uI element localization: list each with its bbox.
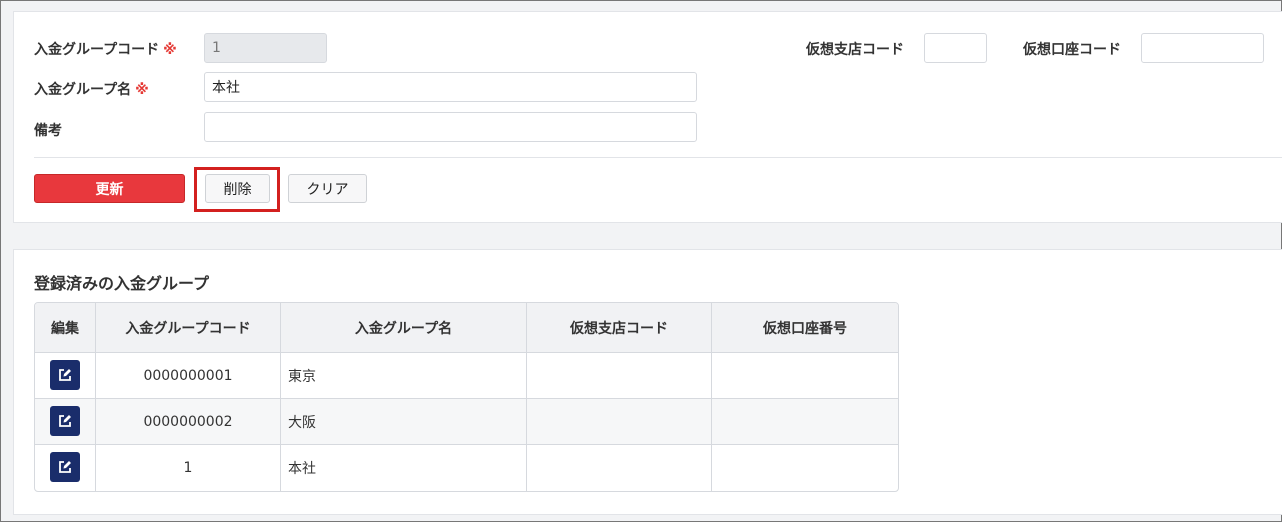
cell-account [712, 445, 898, 491]
edit-icon [59, 461, 71, 473]
cell-code: 1 [96, 445, 281, 491]
group-code-label-text: 入金グループコード [34, 42, 160, 58]
cell-code: 0000000002 [96, 399, 281, 445]
header-edit: 編集 [35, 303, 96, 353]
group-name-input[interactable] [204, 72, 697, 102]
virtual-account-input[interactable] [1141, 33, 1264, 63]
virtual-branch-label: 仮想支店コード [806, 42, 904, 58]
required-mark: ※ [135, 82, 149, 98]
group-code-input[interactable] [204, 33, 327, 63]
remarks-input[interactable] [204, 112, 697, 142]
virtual-branch-input[interactable] [924, 33, 987, 63]
header-branch: 仮想支店コード [527, 303, 712, 353]
table-row: 0000000001 東京 [35, 353, 898, 399]
edit-cell [35, 353, 96, 399]
table-row: 0000000002 大阪 [35, 399, 898, 445]
group-table: 編集 入金グループコード 入金グループ名 仮想支店コード 仮想口座番号 0000… [34, 302, 899, 492]
cell-branch [527, 445, 712, 491]
header-code: 入金グループコード [96, 303, 281, 353]
cell-name: 本社 [281, 445, 527, 491]
list-panel: 登録済みの入金グループ 編集 入金グループコード 入金グループ名 仮想支店コード… [13, 249, 1282, 515]
edit-cell [35, 445, 96, 491]
edit-icon [59, 368, 71, 381]
cell-branch [527, 353, 712, 399]
edit-button[interactable] [50, 359, 80, 390]
group-name-label: 入金グループ名 ※ [34, 79, 149, 99]
form-divider [34, 157, 1282, 158]
edit-cell [35, 399, 96, 445]
cell-account [712, 353, 898, 399]
page-frame: 入金グループコード※ 仮想支店コード 仮想口座コード 入金グループ名※ 備考 更… [0, 0, 1282, 522]
header-name: 入金グループ名 [281, 303, 527, 353]
edit-button[interactable] [50, 405, 80, 436]
cell-account [712, 399, 898, 445]
virtual-account-label: 仮想口座コード [1023, 42, 1121, 58]
group-code-label: 入金グループコード ※ [34, 39, 177, 59]
cell-branch [527, 399, 712, 445]
form-panel: 入金グループコード※ 仮想支店コード 仮想口座コード 入金グループ名※ 備考 更… [13, 11, 1282, 223]
cell-name: 大阪 [281, 399, 527, 445]
header-account: 仮想口座番号 [712, 303, 898, 353]
table-row: 1 本社 [35, 445, 898, 491]
remarks-label: 備考 [34, 123, 62, 139]
delete-button[interactable]: 削除 [205, 174, 270, 203]
list-title: 登録済みの入金グループ [34, 274, 210, 293]
required-mark: ※ [163, 42, 177, 58]
cell-code: 0000000001 [96, 353, 281, 399]
table-header-row: 編集 入金グループコード 入金グループ名 仮想支店コード 仮想口座番号 [35, 303, 898, 353]
group-name-label-text: 入金グループ名 [34, 82, 132, 98]
clear-button[interactable]: クリア [288, 174, 367, 203]
edit-button[interactable] [50, 452, 80, 482]
cell-name: 東京 [281, 353, 527, 399]
update-button[interactable]: 更新 [34, 174, 185, 203]
edit-icon [59, 414, 71, 427]
